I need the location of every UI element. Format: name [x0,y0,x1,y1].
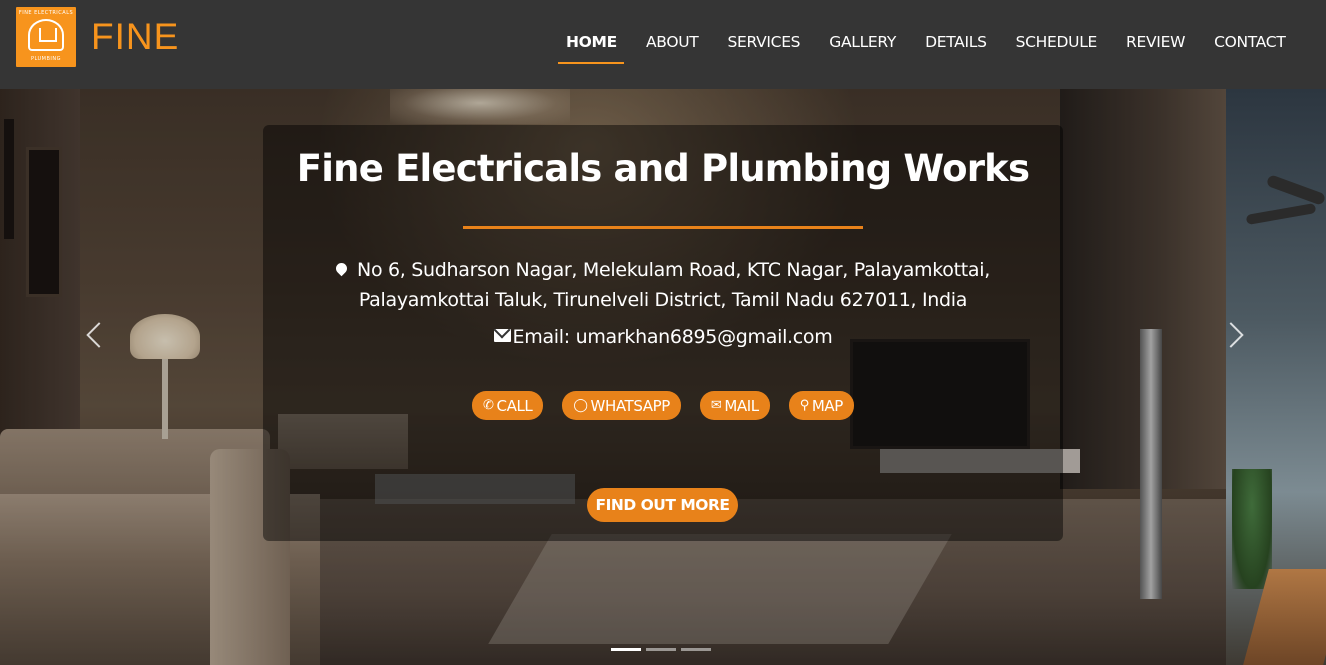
logo[interactable]: FINE ELECTRICALS PLUMBING [16,7,76,67]
nav-contact[interactable]: CONTACT [1200,32,1300,64]
nav-services[interactable]: SERVICES [713,32,815,64]
email-line: Email: umarkhan6895@gmail.com [263,326,1063,348]
map-button[interactable]: ⚲ MAP [788,391,854,420]
address-line-2: Palayamkottai Taluk, Tirunelveli Distric… [358,289,968,311]
call-label: CALL [496,396,533,415]
call-button[interactable]: ✆ CALL [472,391,544,420]
map-label: MAP [811,396,843,415]
envelope-icon [493,329,511,342]
carousel-prev-button[interactable] [84,320,104,350]
whatsapp-icon: ◯ [573,398,588,413]
next-slide-preview [1226,89,1326,665]
nav-details[interactable]: DETAILS [911,32,1002,64]
main-nav: HOME ABOUT SERVICES GALLERY DETAILS SCHE… [551,32,1300,64]
mail-icon: ✉ [710,398,722,413]
hero-caption: Fine Electricals and Plumbing Works No 6… [263,125,1063,541]
title-divider [463,226,863,229]
logo-bottom-text: PLUMBING [30,56,62,62]
contact-actions: ✆ CALL ◯ WHATSAPP ✉ MAIL ⚲ MAP [263,391,1063,420]
address: No 6, Sudharson Nagar, Melekulam Road, K… [303,255,1023,315]
carousel-indicator[interactable] [681,648,711,651]
logo-top-text: FINE ELECTRICALS [18,10,74,16]
find-out-more-button[interactable]: FIND OUT MORE [587,488,738,522]
map-pin-icon [333,260,350,277]
nav-home[interactable]: HOME [551,32,631,64]
nav-about[interactable]: ABOUT [631,32,712,64]
nav-gallery[interactable]: GALLERY [815,32,911,64]
mail-label: MAIL [724,396,759,415]
address-line-1: No 6, Sudharson Nagar, Melekulam Road, K… [357,259,990,281]
plant [1232,469,1272,589]
whatsapp-label: WHATSAPP [590,396,671,415]
carousel-next-button[interactable] [1222,320,1242,350]
email-text: Email: umarkhan6895@gmail.com [512,326,833,348]
hero-title: Fine Electricals and Plumbing Works [296,147,1030,190]
brand-name[interactable]: FINE [91,16,179,58]
whatsapp-button[interactable]: ◯ WHATSAPP [562,391,681,420]
house-icon [28,19,64,51]
ceiling-fan [1265,174,1326,206]
phone-icon: ✆ [483,398,494,413]
mail-button[interactable]: ✉ MAIL [699,391,770,420]
map-pin-icon: ⚲ [799,398,810,413]
nav-schedule[interactable]: SCHEDULE [1001,32,1111,64]
ceiling-fan [1245,202,1317,226]
nav-review[interactable]: REVIEW [1112,32,1200,64]
carousel-indicator[interactable] [611,648,641,651]
carousel-indicator[interactable] [646,648,676,651]
navbar: FINE ELECTRICALS PLUMBING FINE HOME ABOU… [0,0,1326,89]
carousel-indicators [611,648,711,651]
